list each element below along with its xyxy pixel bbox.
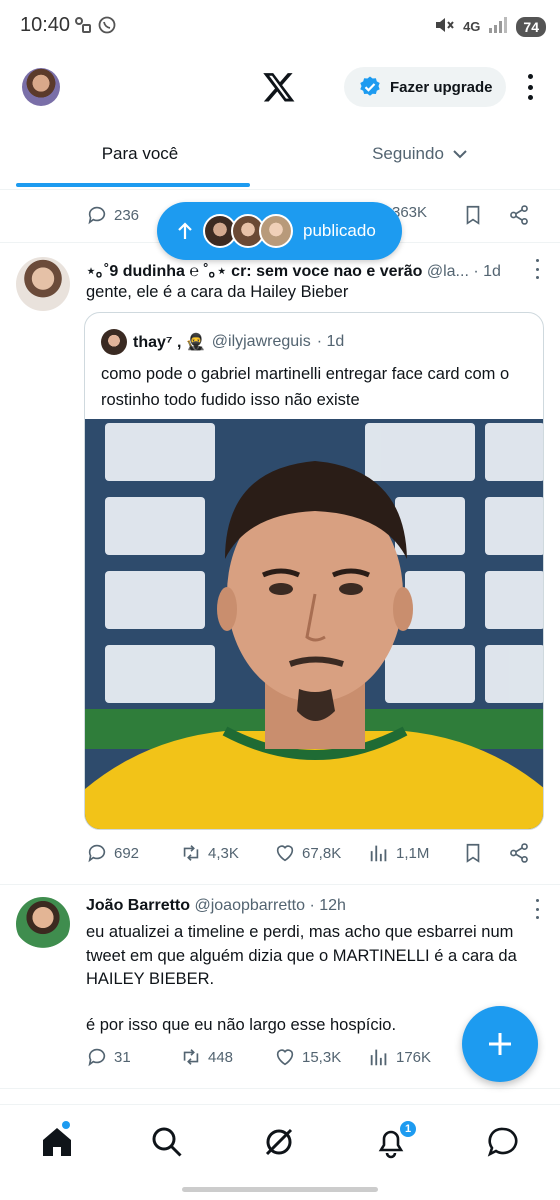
heart-icon	[276, 1049, 294, 1066]
share-button[interactable]	[508, 204, 530, 226]
status-notification-icons	[74, 16, 116, 34]
repost-icon	[183, 845, 199, 861]
reply-button[interactable]: 692	[86, 842, 139, 864]
whatsapp-icon	[98, 16, 116, 34]
repost-button[interactable]: 448	[180, 1046, 233, 1068]
views-icon	[370, 845, 387, 862]
reply-icon	[88, 206, 106, 225]
new-posts-label: publicado	[303, 221, 376, 240]
more-options-icon[interactable]	[534, 259, 540, 279]
system-home-indicator[interactable]	[182, 1187, 378, 1192]
tab-para-voce[interactable]: Para você	[0, 118, 280, 189]
heart-icon	[276, 845, 294, 862]
player-photo	[85, 419, 543, 829]
notification-badge: 1	[398, 1119, 418, 1139]
home-unread-dot	[62, 1121, 70, 1129]
nav-search[interactable]	[150, 1125, 184, 1159]
upgrade-button[interactable]: Fazer upgrade	[344, 67, 506, 107]
arrow-up-icon	[178, 222, 192, 239]
quote-time: · 1d	[316, 333, 345, 350]
repost-count: 4,3K	[208, 844, 239, 862]
share-button[interactable]	[508, 842, 530, 864]
author-name[interactable]: ⋆｡˚9 dudinha ℮ ˚｡⋆ cr: sem voce nao e ve…	[86, 263, 422, 280]
like-button[interactable]: 67,8K	[274, 842, 341, 864]
home-icon	[43, 1128, 71, 1156]
avatar[interactable]	[16, 257, 70, 311]
reply-count: 236	[114, 206, 140, 224]
tweet-text-paragraph: eu atualizei a timeline e perdi, mas ach…	[86, 923, 517, 988]
tweet-header: ⋆｡˚9 dudinha ℮ ˚｡⋆ cr: sem voce nao e ve…	[86, 257, 524, 281]
tweet-time: · 12h	[309, 897, 346, 914]
bookmark-icon	[466, 205, 480, 225]
search-icon	[152, 1127, 182, 1157]
status-bar: 10:40 4G 74	[0, 0, 560, 56]
quote-text: como pode o gabriel martinelli entregar …	[101, 365, 510, 409]
x-logo-icon[interactable]	[262, 70, 296, 104]
reply-count: 31	[114, 1048, 131, 1066]
author-handle[interactable]: @joaopbarretto	[194, 897, 305, 914]
share-icon	[510, 205, 528, 225]
repost-count: 448	[208, 1048, 234, 1066]
avatar	[101, 329, 127, 355]
views-button[interactable]: 1,1M	[368, 842, 429, 864]
tab-seguindo[interactable]: Seguindo	[280, 118, 560, 189]
views-count: 1,1M	[396, 844, 430, 862]
reply-button[interactable]: 31	[86, 1046, 131, 1068]
author-handle[interactable]: @la...	[427, 263, 469, 280]
views-button[interactable]: 176K	[368, 1046, 431, 1068]
tweet-actions: 692 4,3K 67,8K 1,1M	[86, 842, 536, 872]
quote-author-name: thay⁷ , 🥷	[133, 334, 206, 351]
more-options-icon[interactable]	[524, 72, 536, 102]
bookmark-button[interactable]	[462, 204, 484, 226]
mute-icon	[433, 14, 455, 39]
profile-avatar[interactable]	[22, 68, 60, 106]
views-count: 176K	[396, 1048, 432, 1066]
bottom-navigation: 1	[0, 1104, 560, 1180]
like-count: 67,8K	[302, 844, 342, 862]
verified-badge-icon	[358, 75, 382, 99]
views-icon	[370, 1049, 387, 1066]
reply-count: 692	[114, 844, 140, 862]
nav-messages[interactable]	[486, 1125, 520, 1159]
repost-button[interactable]: 4,3K	[180, 842, 239, 864]
tweet-text: gente, ele é a cara da Hailey Bieber	[86, 283, 349, 301]
tab-label: Seguindo	[372, 143, 444, 163]
app-header: Fazer upgrade	[0, 56, 560, 118]
status-time: 10:40	[20, 14, 71, 36]
tweet-photo[interactable]	[85, 419, 543, 829]
bookmark-button[interactable]	[462, 842, 484, 864]
bookmark-icon	[466, 843, 480, 863]
grok-icon	[265, 1128, 293, 1156]
like-button[interactable]: 15,3K	[274, 1046, 341, 1068]
like-count: 15,3K	[302, 1048, 342, 1066]
upgrade-label: Fazer upgrade	[390, 78, 493, 96]
tweet-time: · 1d	[473, 263, 501, 280]
chevron-down-icon	[453, 149, 467, 158]
battery-indicator: 74	[516, 16, 546, 37]
reply-icon	[88, 844, 106, 863]
tweet-header: João Barretto @joaopbarretto · 12h	[86, 897, 524, 915]
quote-header: thay⁷ , 🥷 @ilyjawreguis · 1d	[101, 329, 344, 355]
timeline-tabs: Para você Seguindo	[0, 118, 560, 190]
reply-icon	[88, 1048, 106, 1067]
network-type: 4G	[463, 19, 481, 34]
divider	[0, 1088, 560, 1089]
avatar[interactable]	[16, 897, 70, 951]
more-options-icon[interactable]	[534, 899, 540, 919]
status-system-icons: 4G 74	[433, 14, 546, 39]
author-name[interactable]: João Barretto	[86, 897, 190, 914]
nav-grok[interactable]	[262, 1125, 296, 1159]
messages-icon	[487, 1127, 518, 1157]
repost-icon	[183, 1049, 199, 1065]
nav-home[interactable]	[40, 1125, 74, 1159]
plus-icon	[489, 1033, 511, 1055]
signal-icon	[488, 16, 508, 37]
reply-button[interactable]: 236	[86, 204, 139, 226]
compose-post-button[interactable]	[462, 1006, 538, 1082]
quoted-tweet[interactable]: thay⁷ , 🥷 @ilyjawreguis · 1d como pode o…	[84, 312, 544, 830]
quote-author-handle: @ilyjawreguis	[211, 333, 311, 350]
share-icon	[510, 843, 528, 863]
data-saver-icon	[74, 16, 92, 34]
tab-label: Para você	[101, 143, 179, 163]
